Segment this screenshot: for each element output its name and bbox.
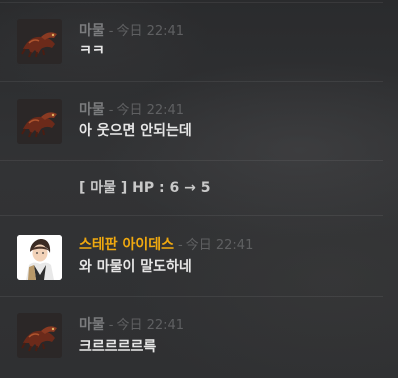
monster-avatar[interactable]: [17, 99, 62, 144]
message-text: ㅋㅋ: [79, 43, 105, 59]
header-separator: -: [108, 103, 114, 118]
message-divider: [0, 160, 383, 161]
chat-log: 마물 - 今日 22:41 ㅋㅋ 마물 - 今日 22:41 아 웃으면 안되는데 [ …: [0, 0, 398, 378]
timestamp: 今日 22:41: [116, 24, 185, 39]
message-text: 아 웃으면 안되는데: [79, 123, 192, 139]
monster-avatar[interactable]: [17, 19, 62, 64]
message-header: 마물 - 今日 22:41: [79, 315, 184, 333]
message-divider: [0, 215, 383, 216]
monster-icon: [17, 19, 62, 64]
message-divider: [0, 296, 383, 297]
message-header: 스테판 아이데스 - 今日 22:41: [79, 235, 253, 253]
message-header: 마물 - 今日 22:41: [79, 21, 184, 39]
author-name[interactable]: 마물: [79, 102, 105, 118]
timestamp: 今日 22:41: [116, 318, 185, 333]
system-message-text: [ 마물 ] HP : 6 → 5: [79, 180, 211, 196]
message-text: 와 마물이 말도하네: [79, 259, 192, 275]
header-separator: -: [178, 238, 183, 253]
character-icon: [17, 235, 62, 280]
message-header: 마물 - 今日 22:41: [79, 100, 184, 118]
header-separator: -: [108, 24, 114, 39]
message-divider: [0, 2, 383, 3]
author-name[interactable]: 마물: [79, 23, 105, 39]
message-divider: [0, 81, 383, 82]
message-text: 크르르르르륵: [79, 339, 157, 355]
monster-icon: [17, 313, 62, 358]
author-name[interactable]: 스테판 아이데스: [79, 237, 174, 253]
author-name[interactable]: 마물: [79, 317, 105, 333]
timestamp: 今日 22:41: [116, 103, 185, 118]
character-avatar[interactable]: [17, 235, 62, 280]
timestamp: 今日 22:41: [185, 238, 254, 253]
monster-avatar[interactable]: [17, 313, 62, 358]
header-separator: -: [108, 318, 114, 333]
monster-icon: [17, 99, 62, 144]
